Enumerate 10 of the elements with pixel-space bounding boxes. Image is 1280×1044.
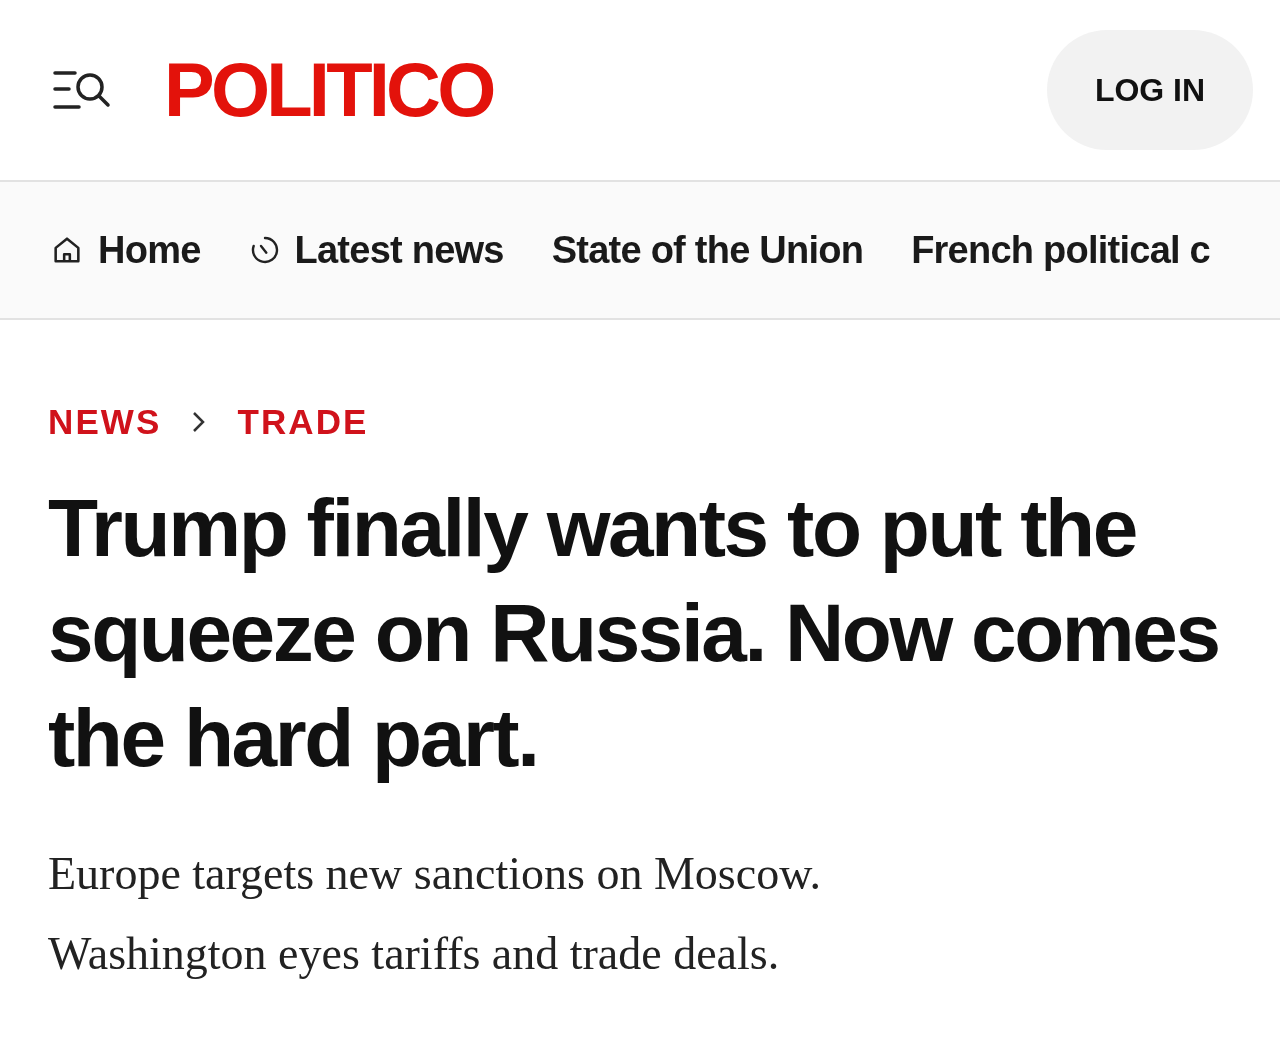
nav-link[interactable]: Latest news	[248, 221, 504, 279]
breadcrumb-link[interactable]: TRADE	[237, 396, 369, 449]
nav-link[interactable]: French political c	[911, 221, 1210, 279]
politico-logo[interactable]: POLITICO	[164, 52, 493, 128]
nav-link[interactable]: State of the Union	[551, 221, 864, 279]
nav-link[interactable]: Home	[50, 221, 201, 279]
login-button[interactable]: LOG IN	[1047, 30, 1253, 150]
breadcrumb-link[interactable]: NEWS	[48, 396, 162, 449]
article-headline: Trump finally wants to put the squeeze on Russia. Now comes the hard part.	[48, 480, 1220, 785]
article-subtitle: Europe targets new sanctions on Moscow. Washington eyes tariffs and trade deals.	[48, 846, 822, 981]
